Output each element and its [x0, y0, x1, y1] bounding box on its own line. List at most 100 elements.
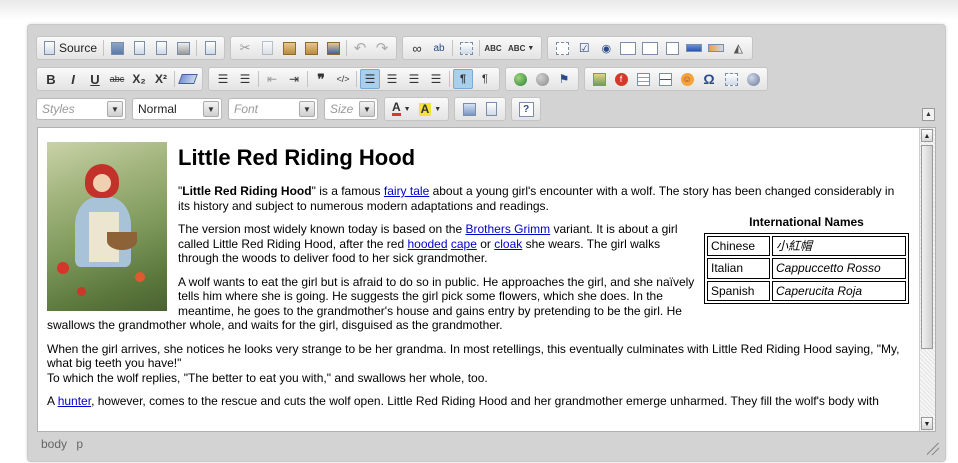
page-break-button[interactable]: [721, 69, 741, 89]
print-button[interactable]: [173, 38, 193, 58]
link-cape[interactable]: cape: [451, 237, 477, 251]
background-color-button[interactable]: A ▼: [416, 99, 445, 119]
chevron-down-icon: ▼: [299, 101, 315, 117]
flash-button[interactable]: f: [611, 69, 631, 89]
anchor-button[interactable]: ⚑: [554, 69, 574, 89]
source-button[interactable]: Source: [41, 38, 100, 58]
checkbox-button[interactable]: ☑: [574, 38, 594, 58]
form-icon: [555, 41, 569, 55]
smiley-button[interactable]: ☺: [677, 69, 697, 89]
toolbar-separator: [452, 40, 454, 56]
underline-button[interactable]: U: [85, 69, 105, 89]
link-fairy-tale[interactable]: fairy tale: [384, 184, 429, 198]
preview-button[interactable]: [151, 38, 171, 58]
toolbar-group-document: Source: [36, 36, 226, 60]
paste-word-button[interactable]: [323, 38, 343, 58]
special-char-button[interactable]: Ω: [699, 69, 719, 89]
element-path-p[interactable]: p: [76, 437, 83, 451]
horizontal-rule-button[interactable]: [655, 69, 675, 89]
document-body[interactable]: Little Red Riding Hood "Little Red Ridin…: [47, 142, 909, 418]
element-path-bar: body p: [41, 437, 89, 451]
undo-button[interactable]: ↶: [350, 38, 370, 58]
copy-button[interactable]: [257, 38, 277, 58]
link-brothers-grimm[interactable]: Brothers Grimm: [465, 222, 550, 236]
font-combo[interactable]: Font ▼: [228, 98, 318, 120]
link-hooded[interactable]: hooded: [407, 237, 447, 251]
cut-button[interactable]: ✂: [235, 38, 255, 58]
toolbar-separator: [449, 71, 450, 87]
link-cloak[interactable]: cloak: [494, 237, 522, 251]
unlink-button[interactable]: [532, 69, 552, 89]
redo-button[interactable]: ↷: [372, 38, 392, 58]
replace-button[interactable]: ab: [429, 38, 449, 58]
bulleted-list-button[interactable]: ☰: [235, 69, 255, 89]
subscript-button[interactable]: X₂: [129, 69, 149, 89]
bold-button[interactable]: B: [41, 69, 61, 89]
remove-format-button[interactable]: [178, 69, 198, 89]
table-row: Italian Cappuccetto Rosso: [707, 258, 906, 279]
button-button[interactable]: [684, 38, 704, 58]
scroll-up-button[interactable]: ▲: [921, 129, 933, 142]
image-button-button[interactable]: [706, 38, 726, 58]
text-field-icon: [620, 41, 637, 55]
iframe-button[interactable]: [743, 69, 763, 89]
justify-button[interactable]: ☰: [426, 69, 446, 89]
select-all-icon: [459, 41, 473, 55]
checkbox-icon: ☑: [578, 41, 590, 55]
save-icon: [110, 41, 124, 55]
image-button[interactable]: [589, 69, 609, 89]
templates-button[interactable]: [200, 38, 220, 58]
create-div-button[interactable]: </>: [333, 69, 353, 89]
text-field-button[interactable]: [618, 38, 638, 58]
size-combo[interactable]: Size ▼: [324, 98, 378, 120]
image-button-icon: [708, 44, 725, 52]
form-button[interactable]: [552, 38, 572, 58]
link-hunter[interactable]: hunter: [58, 394, 91, 408]
hidden-field-button[interactable]: ◭: [728, 38, 748, 58]
outdent-button[interactable]: ⇤: [262, 69, 282, 89]
show-blocks-button[interactable]: [481, 99, 501, 119]
align-right-button[interactable]: ☰: [404, 69, 424, 89]
collapse-toolbar-button[interactable]: ▲: [922, 108, 935, 121]
text-color-button[interactable]: A ▼: [389, 99, 414, 119]
rich-text-editor: Source ✂ ↶ ↷ ∞ ab ABC ABC ▼ ☑ ◉ ◭ B I U …: [27, 24, 946, 462]
superscript-button[interactable]: X²: [151, 69, 171, 89]
paste-text-button[interactable]: [301, 38, 321, 58]
vertical-scrollbar[interactable]: ▲ ▼: [919, 128, 935, 431]
globe-link-icon: [513, 72, 527, 86]
paste-button[interactable]: [279, 38, 299, 58]
editing-area[interactable]: Little Red Riding Hood "Little Red Ridin…: [37, 127, 936, 432]
preview-icon: [155, 41, 167, 55]
element-path-body[interactable]: body: [41, 437, 67, 451]
radio-button[interactable]: ◉: [596, 38, 616, 58]
indent-button[interactable]: ⇥: [284, 69, 304, 89]
strikethrough-button[interactable]: abc: [107, 69, 127, 89]
scrollbar-thumb[interactable]: [921, 145, 933, 349]
blockquote-button[interactable]: ❞: [311, 69, 331, 89]
scayt-button[interactable]: ABC ▼: [505, 38, 537, 58]
styles-combo[interactable]: Styles ▼: [36, 98, 126, 120]
about-button[interactable]: ?: [516, 99, 536, 119]
textarea-button[interactable]: [640, 38, 660, 58]
new-page-button[interactable]: [129, 38, 149, 58]
text-direction-ltr-button[interactable]: ¶: [453, 69, 473, 89]
numbered-list-button[interactable]: ☰: [213, 69, 233, 89]
spell-check-button[interactable]: ABC: [483, 38, 503, 58]
align-center-button[interactable]: ☰: [382, 69, 402, 89]
link-button[interactable]: [510, 69, 530, 89]
paragraph-5: A hunter, however, comes to the rescue a…: [47, 394, 879, 408]
table-button[interactable]: [633, 69, 653, 89]
align-left-button[interactable]: ☰: [360, 69, 380, 89]
format-combo[interactable]: Normal ▼: [132, 98, 222, 120]
scroll-down-button[interactable]: ▼: [921, 417, 933, 430]
save-button[interactable]: [107, 38, 127, 58]
templates-icon: [204, 41, 216, 55]
select-button[interactable]: [662, 38, 682, 58]
italic-button[interactable]: I: [63, 69, 83, 89]
find-button[interactable]: ∞: [407, 38, 427, 58]
text-direction-rtl-button[interactable]: ¶: [475, 69, 495, 89]
maximize-button[interactable]: [459, 99, 479, 119]
eraser-icon: [178, 74, 198, 84]
resize-grip[interactable]: [927, 443, 939, 455]
select-all-button[interactable]: [456, 38, 476, 58]
